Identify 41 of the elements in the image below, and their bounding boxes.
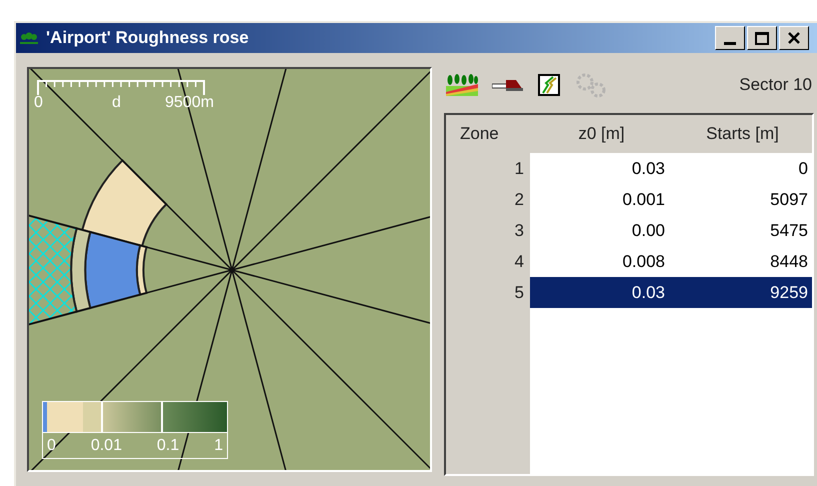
zone-number: 1 — [514, 158, 525, 180]
scale-middle-label: d — [112, 95, 121, 111]
zone-number: 5 — [514, 282, 525, 304]
legend-label: 0 — [47, 438, 56, 454]
scale-start-label: 0 — [34, 95, 43, 111]
sector-label: Sector 10 — [739, 74, 812, 96]
table-cell-text: 8448 — [769, 251, 809, 273]
close-button[interactable] — [779, 26, 809, 50]
trees-icon — [446, 74, 478, 96]
table-cell-text: 0.03 — [630, 282, 666, 304]
column-header: z0 [m] — [577, 123, 626, 146]
trees-icon — [20, 32, 38, 44]
minimize-icon — [724, 42, 736, 45]
table-cell-text: 0.03 — [630, 158, 666, 180]
toolbar-button[interactable] — [538, 74, 560, 96]
table-row[interactable]: 0.00 5475 — [530, 215, 812, 246]
gears-icon — [574, 72, 608, 98]
legend-label: 0.01 — [90, 438, 122, 454]
table-cell-text: 5097 — [769, 189, 809, 211]
table-cell-text: 0.001 — [621, 189, 666, 211]
table-row[interactable]: 0.03 9259 — [530, 277, 812, 308]
table-row[interactable]: 0.008 8448 — [530, 246, 812, 277]
zone-number: 4 — [514, 251, 525, 273]
legend-label: 1 — [214, 438, 223, 454]
table-row[interactable]: 0.001 5097 — [530, 184, 812, 215]
close-icon — [788, 32, 800, 44]
legend-label: 0.1 — [156, 438, 180, 454]
column-header: Zone — [459, 123, 500, 146]
table-cell-text: 0 — [798, 158, 809, 180]
minimize-button[interactable] — [715, 26, 745, 50]
maximize-icon — [755, 32, 769, 44]
table-row[interactable]: 0.03 0 — [530, 153, 812, 184]
window-title: 'Airport' Roughness rose — [46, 27, 249, 50]
column-header: Starts [m] — [705, 123, 780, 146]
table-cell-text: 0.00 — [630, 220, 666, 242]
zone-number: 2 — [514, 189, 525, 211]
maximize-button[interactable] — [747, 26, 777, 50]
table-cell-text: 5475 — [769, 220, 809, 242]
table-cell-text: 0.008 — [621, 251, 666, 273]
zone-number: 3 — [514, 220, 525, 242]
table-cell-text: 9259 — [769, 282, 809, 304]
